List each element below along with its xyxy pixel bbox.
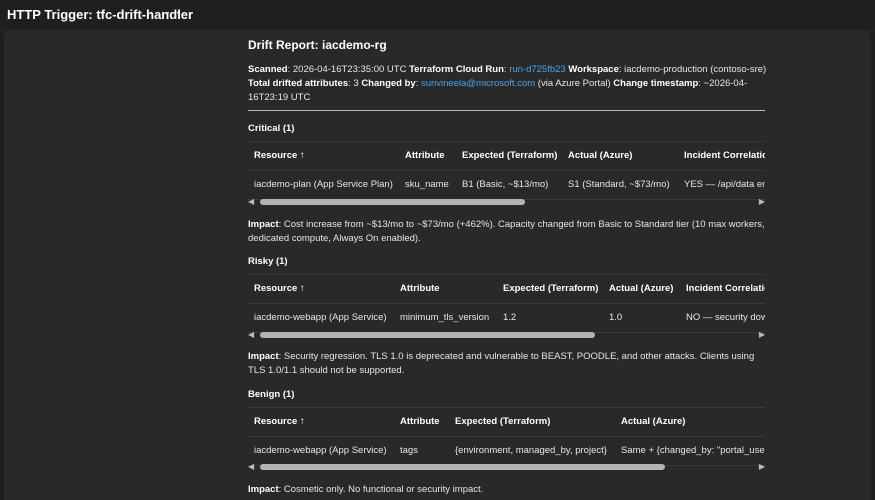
scroll-left-icon[interactable]: ◀ (248, 460, 254, 474)
table-row: iacdemo-webapp (App Service) minimum_tls… (248, 304, 765, 333)
column-header-expected: Expected (Terraform) (503, 283, 599, 294)
cell-resource: iacdemo-webapp (App Service) (254, 445, 387, 456)
column-header-expected: Expected (Terraform) (455, 416, 551, 427)
column-header-actual: Actual (Azure) (621, 416, 686, 427)
workspace-value: : iacdemo-production (contoso-sre) (618, 64, 767, 75)
scroll-right-icon[interactable]: ▶ (759, 195, 765, 209)
column-header-incident-correlation: Incident Correlation (686, 283, 765, 294)
critical-table-scrollbar[interactable]: ◀ ▶ (248, 195, 765, 209)
changed-by-label: Changed by (361, 78, 416, 89)
impact-label: Impact (248, 219, 279, 230)
cell-expected: {environment, managed_by, project} (455, 445, 607, 456)
risky-section-title: Risky (1) (248, 256, 288, 267)
cell-attribute: minimum_tls_version (400, 312, 490, 323)
cell-attribute: tags (400, 445, 418, 456)
scroll-right-icon[interactable]: ▶ (759, 460, 765, 474)
scrollbar-thumb[interactable] (260, 464, 665, 470)
cell-resource: iacdemo-webapp (App Service) (254, 312, 387, 323)
column-header-actual: Actual (Azure) (609, 283, 674, 294)
cell-actual: 1.0 (609, 312, 623, 323)
impact-text: : Cost increase from ~$13/mo to ~$73/mo … (248, 219, 765, 244)
changed-by-via: (via Azure Portal) (535, 78, 614, 89)
run-label: Terraform Cloud Run (409, 64, 504, 75)
run-link[interactable]: run-d725fb23 (509, 64, 566, 75)
cell-attribute: sku_name (405, 179, 449, 190)
report-panel: Drift Report: iacdemo-rg Scanned: 2026-0… (4, 31, 871, 500)
column-header-attribute: Attribute (405, 150, 445, 161)
scanned-value: : 2026-04-16T23:35:00 UTC (287, 64, 410, 75)
column-header-expected: Expected (Terraform) (462, 150, 558, 161)
more-options-icon[interactable]: ⋯ (166, 4, 181, 21)
column-header-resource[interactable]: Resource ↑ (254, 282, 305, 296)
table-row: iacdemo-webapp (App Service) tags {envir… (248, 437, 765, 466)
scroll-right-icon[interactable]: ▶ (759, 328, 765, 342)
cell-incident-correlation: NO — security downgrade (686, 312, 765, 323)
cell-expected: B1 (Basic, ~$13/mo) (462, 179, 549, 190)
scrollbar-thumb[interactable] (260, 199, 525, 205)
scroll-left-icon[interactable]: ◀ (248, 195, 254, 209)
report-title: Drift Report: iacdemo-rg (248, 38, 387, 52)
impact-label: Impact (248, 351, 279, 362)
scrollbar-thumb[interactable] (260, 332, 595, 338)
changed-by-link[interactable]: surivineela@microsoft.com (421, 78, 535, 89)
scanned-label: Scanned (248, 64, 288, 75)
risky-table-scrollbar[interactable]: ◀ ▶ (248, 328, 765, 342)
workspace-label: Workspace (565, 64, 619, 75)
report-meta-line-2: Total drifted attributes: 3 Changed by: … (248, 77, 748, 105)
table-header-row: Resource ↑ Attribute Expected (Terraform… (248, 141, 765, 171)
column-header-attribute: Attribute (400, 416, 440, 427)
column-header-actual: Actual (Azure) (568, 150, 633, 161)
divider (248, 110, 765, 111)
table-header-row: Resource ↑ Attribute Expected (Terraform… (248, 274, 765, 304)
benign-impact: Impact: Cosmetic only. No functional or … (248, 483, 765, 497)
table-row: iacdemo-plan (App Service Plan) sku_name… (248, 171, 765, 200)
risky-table: Resource ↑ Attribute Expected (Terraform… (248, 274, 765, 333)
column-header-incident-correlation: Incident Correlation (684, 150, 765, 161)
benign-table-scrollbar[interactable]: ◀ ▶ (248, 460, 765, 474)
table-header-row: Resource ↑ Attribute Expected (Terraform… (248, 407, 765, 437)
critical-section-title: Critical (1) (248, 123, 295, 134)
column-header-attribute: Attribute (400, 283, 440, 294)
cell-incident-correlation: YES — /api/data endpoint (684, 179, 765, 190)
scroll-left-icon[interactable]: ◀ (248, 328, 254, 342)
column-header-resource[interactable]: Resource ↑ (254, 415, 305, 429)
report-meta-line-1: Scanned: 2026-04-16T23:35:00 UTC Terrafo… (248, 63, 767, 77)
cell-actual: Same + {changed_by: "portal_user"} (621, 445, 765, 456)
benign-table: Resource ↑ Attribute Expected (Terraform… (248, 407, 765, 466)
impact-text: : Security regression. TLS 1.0 is deprec… (248, 351, 755, 376)
total-label: Total drifted attributes (248, 78, 349, 89)
benign-section-title: Benign (1) (248, 389, 295, 400)
impact-text: : Cosmetic only. No functional or securi… (278, 484, 484, 495)
title-bar: HTTP Trigger: tfc-drift-handler ⋯ (0, 0, 875, 31)
column-header-resource[interactable]: Resource ↑ (254, 149, 305, 163)
critical-table: Resource ↑ Attribute Expected (Terraform… (248, 141, 765, 200)
impact-label: Impact (248, 484, 279, 495)
cell-actual: S1 (Standard, ~$73/mo) (568, 179, 670, 190)
total-value: : 3 (348, 78, 362, 89)
change-timestamp-label: Change timestamp (613, 78, 699, 89)
critical-impact: Impact: Cost increase from ~$13/mo to ~$… (248, 218, 765, 246)
cell-resource: iacdemo-plan (App Service Plan) (254, 179, 393, 190)
risky-impact: Impact: Security regression. TLS 1.0 is … (248, 350, 765, 378)
cell-expected: 1.2 (503, 312, 517, 323)
